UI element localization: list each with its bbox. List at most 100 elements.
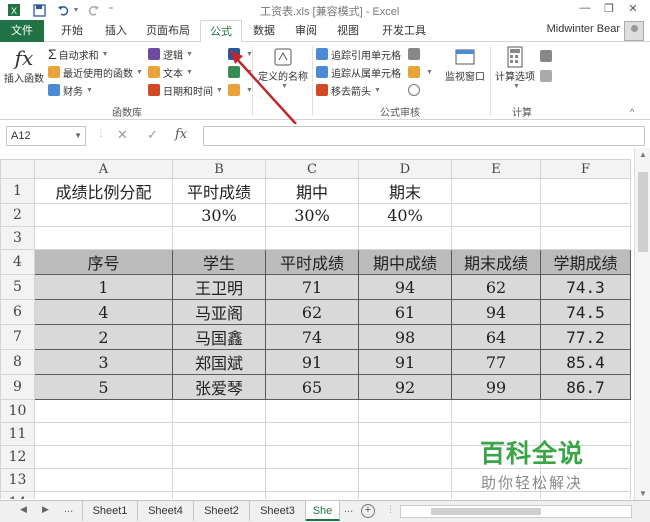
- cell[interactable]: [540, 203, 631, 227]
- cell[interactable]: [172, 399, 266, 423]
- minimize-button[interactable]: —: [574, 2, 596, 18]
- tab-review[interactable]: 审阅: [288, 20, 324, 42]
- column-header[interactable]: F: [540, 159, 631, 179]
- row-header[interactable]: 9: [0, 374, 35, 400]
- row-header[interactable]: 12: [0, 445, 35, 469]
- fx-icon[interactable]: fx: [175, 127, 187, 142]
- tab-page-layout[interactable]: 页面布局: [140, 20, 196, 42]
- financial-button[interactable]: 财务 ▼: [48, 82, 93, 98]
- cell[interactable]: [451, 399, 541, 423]
- cell[interactable]: 30%: [172, 203, 266, 227]
- cell[interactable]: 92: [358, 374, 452, 400]
- avatar[interactable]: [624, 21, 644, 41]
- tab-home[interactable]: 开始: [50, 20, 94, 42]
- cell[interactable]: [34, 399, 173, 423]
- customize-toolbar-icon[interactable]: ⁼: [104, 2, 118, 18]
- row-header[interactable]: 2: [0, 203, 35, 227]
- insert-function-button[interactable]: fx 插入函数: [4, 46, 44, 85]
- sheet-tab[interactable]: Sheet2: [194, 501, 250, 521]
- cell[interactable]: 平时成绩: [172, 178, 266, 204]
- sheet-prev-icon[interactable]: ◀: [20, 504, 27, 515]
- scroll-up-icon[interactable]: ▲: [635, 150, 650, 159]
- sheet-tab[interactable]: Sheet1: [82, 501, 138, 521]
- lookup-button[interactable]: ▼: [228, 46, 253, 62]
- cell[interactable]: 94: [358, 274, 452, 300]
- cell[interactable]: 3: [34, 349, 173, 375]
- select-all-corner[interactable]: [0, 159, 35, 179]
- cell[interactable]: 马国鑫: [172, 324, 266, 350]
- cell[interactable]: 61: [358, 299, 452, 325]
- cell[interactable]: [265, 491, 359, 499]
- add-sheet-button[interactable]: +: [361, 504, 375, 518]
- column-header[interactable]: B: [172, 159, 266, 179]
- cell[interactable]: 期中: [265, 178, 359, 204]
- more-functions-button[interactable]: ▼: [228, 82, 253, 98]
- row-header[interactable]: 14: [0, 491, 35, 499]
- table-header-cell[interactable]: 期末成绩: [451, 249, 541, 275]
- row-header[interactable]: 4: [0, 249, 35, 275]
- scroll-down-icon[interactable]: ▼: [635, 489, 650, 498]
- cell[interactable]: 74.5: [540, 299, 631, 325]
- cell[interactable]: [172, 491, 266, 499]
- cell[interactable]: 期末: [358, 178, 452, 204]
- cell[interactable]: 62: [265, 299, 359, 325]
- column-header[interactable]: C: [265, 159, 359, 179]
- cell[interactable]: 王卫明: [172, 274, 266, 300]
- cell[interactable]: [358, 445, 452, 469]
- cell[interactable]: [172, 445, 266, 469]
- calculate-now-button[interactable]: [540, 48, 555, 64]
- cell[interactable]: [34, 422, 173, 446]
- cell[interactable]: 99: [451, 374, 541, 400]
- watch-window-button[interactable]: 监视窗口: [440, 46, 490, 83]
- cell[interactable]: 77.2: [540, 324, 631, 350]
- scroll-thumb[interactable]: [638, 172, 648, 252]
- cell[interactable]: [265, 422, 359, 446]
- table-header-cell[interactable]: 平时成绩: [265, 249, 359, 275]
- undo-icon[interactable]: [54, 2, 72, 18]
- cell[interactable]: [172, 226, 266, 250]
- cell[interactable]: 74: [265, 324, 359, 350]
- table-header-cell[interactable]: 期中成绩: [358, 249, 452, 275]
- calculate-sheet-button[interactable]: [540, 68, 555, 84]
- table-header-cell[interactable]: 序号: [34, 249, 173, 275]
- text-button[interactable]: 文本 ▼: [148, 64, 193, 80]
- horizontal-scrollbar[interactable]: [400, 505, 632, 518]
- chevron-down-icon[interactable]: ▼: [74, 131, 82, 140]
- cell[interactable]: 62: [451, 274, 541, 300]
- undo-dropdown-icon[interactable]: ▼: [72, 2, 80, 18]
- cell[interactable]: 77: [451, 349, 541, 375]
- cell[interactable]: [265, 226, 359, 250]
- cell[interactable]: [265, 445, 359, 469]
- cell[interactable]: 30%: [265, 203, 359, 227]
- cell[interactable]: [172, 422, 266, 446]
- tab-file[interactable]: 文件: [0, 20, 44, 42]
- date-time-button[interactable]: 日期和时间 ▼: [148, 82, 223, 98]
- cell[interactable]: 98: [358, 324, 452, 350]
- cell[interactable]: [34, 203, 173, 227]
- trace-precedents-button[interactable]: 追踪引用单元格: [316, 46, 401, 62]
- math-button[interactable]: ▼: [228, 64, 253, 80]
- table-header-cell[interactable]: 学生: [172, 249, 266, 275]
- row-header[interactable]: 1: [0, 178, 35, 204]
- vertical-scrollbar[interactable]: ▲ ▼: [634, 148, 650, 500]
- cell[interactable]: [358, 468, 452, 492]
- cell[interactable]: [540, 178, 631, 204]
- sheet-more-right-button[interactable]: ...: [344, 503, 353, 515]
- save-icon[interactable]: [30, 2, 48, 18]
- cell[interactable]: 71: [265, 274, 359, 300]
- cell[interactable]: 马亚阁: [172, 299, 266, 325]
- cell[interactable]: [540, 226, 631, 250]
- tab-data[interactable]: 数据: [246, 20, 282, 42]
- cell[interactable]: [540, 399, 631, 423]
- cell[interactable]: 5: [34, 374, 173, 400]
- scroll-thumb[interactable]: [431, 508, 541, 515]
- sheet-next-icon[interactable]: ▶: [42, 504, 49, 515]
- trace-dependents-button[interactable]: 追踪从属单元格: [316, 64, 401, 80]
- cell[interactable]: [358, 226, 452, 250]
- cell[interactable]: 4: [34, 299, 173, 325]
- row-header[interactable]: 11: [0, 422, 35, 446]
- cell[interactable]: 86.7: [540, 374, 631, 400]
- cell[interactable]: [451, 178, 541, 204]
- tab-view[interactable]: 视图: [330, 20, 366, 42]
- sheet-tab[interactable]: Sheet4: [138, 501, 194, 521]
